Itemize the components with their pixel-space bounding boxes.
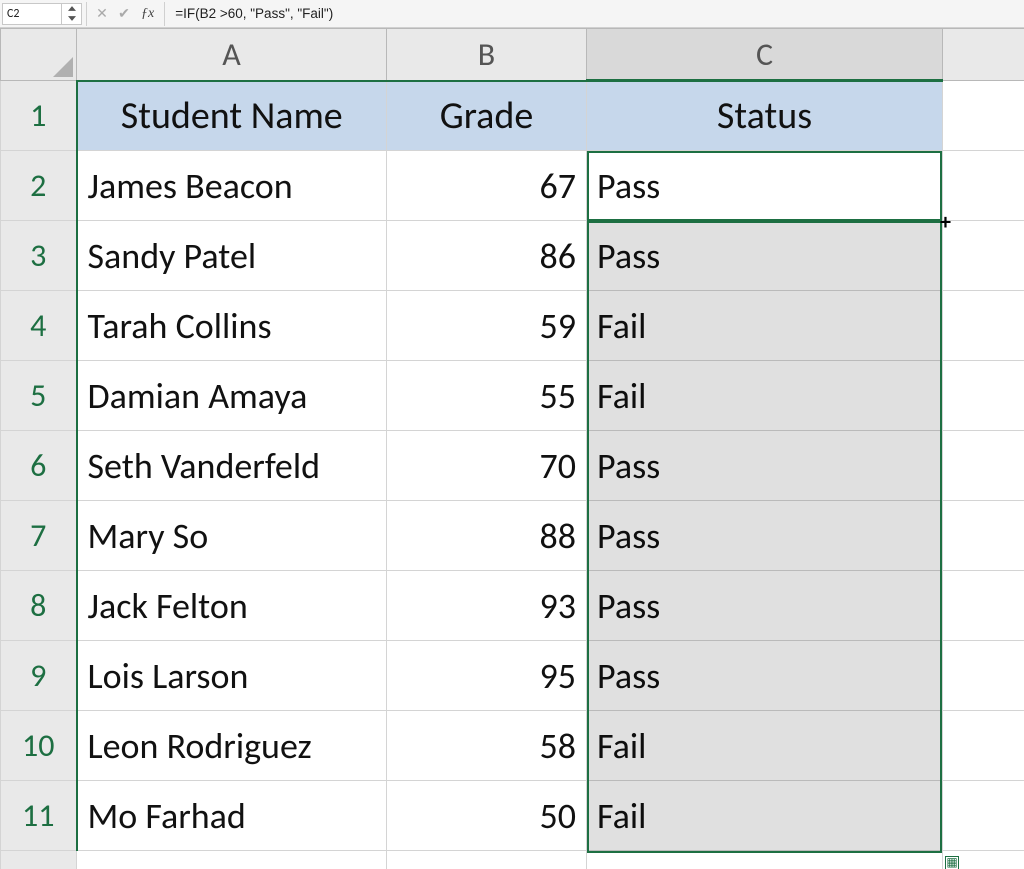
cell[interactable]: 67 [387, 151, 587, 221]
table-row: 3 Sandy Patel 86 Pass [1, 221, 1024, 291]
cell[interactable]: Student Name [77, 81, 387, 151]
formula-bar: C2 ✕ ✔ ƒx [0, 0, 1024, 28]
cell[interactable]: 88 [387, 501, 587, 571]
plus-icon: ▦ [946, 855, 957, 869]
cell[interactable]: Pass [587, 641, 943, 711]
cell[interactable] [943, 431, 1024, 501]
autofill-options-button[interactable]: ▦ [945, 856, 959, 869]
cancel-formula-button[interactable]: ✕ [91, 3, 113, 25]
spreadsheet-grid: A B C 1 Student Name Grade Status 2 Jame… [0, 28, 1024, 869]
row-header[interactable]: 10 [1, 711, 77, 781]
column-header-a[interactable]: A [77, 29, 387, 81]
cell[interactable]: Damian Amaya [77, 361, 387, 431]
row-header[interactable]: 4 [1, 291, 77, 361]
table-row: 4 Tarah Collins 59 Fail [1, 291, 1024, 361]
cell[interactable]: Tarah Collins [77, 291, 387, 361]
cell[interactable] [943, 571, 1024, 641]
cell[interactable]: James Beacon [77, 151, 387, 221]
cell[interactable] [943, 361, 1024, 431]
row-header[interactable]: 7 [1, 501, 77, 571]
row-header[interactable]: 1 [1, 81, 77, 151]
column-header-b[interactable]: B [387, 29, 587, 81]
spreadsheet-area[interactable]: A B C 1 Student Name Grade Status 2 Jame… [0, 28, 1024, 869]
cell[interactable] [943, 151, 1024, 221]
cell[interactable]: Fail [587, 781, 943, 851]
cell[interactable]: 58 [387, 711, 587, 781]
cell[interactable]: Grade [387, 81, 587, 151]
name-box[interactable]: C2 [2, 3, 62, 25]
cell[interactable]: 95 [387, 641, 587, 711]
cell[interactable]: Mo Farhad [77, 781, 387, 851]
select-all-corner[interactable] [1, 29, 77, 81]
cell[interactable]: Sandy Patel [77, 221, 387, 291]
cell[interactable]: Pass [587, 221, 943, 291]
table-row: 8 Jack Felton 93 Pass [1, 571, 1024, 641]
cell[interactable]: Pass [587, 431, 943, 501]
row-header[interactable]: 11 [1, 781, 77, 851]
cell[interactable] [943, 291, 1024, 361]
cell[interactable]: 86 [387, 221, 587, 291]
cell[interactable]: Lois Larson [77, 641, 387, 711]
cell[interactable] [943, 781, 1024, 851]
cell[interactable]: Seth Vanderfeld [77, 431, 387, 501]
cell[interactable]: Pass [587, 571, 943, 641]
check-icon: ✔ [118, 5, 130, 22]
cell[interactable]: 70 [387, 431, 587, 501]
cell[interactable]: Fail [587, 361, 943, 431]
formula-input[interactable] [169, 3, 1024, 25]
cell[interactable]: Mary So [77, 501, 387, 571]
cell[interactable] [387, 851, 587, 869]
cell[interactable] [943, 221, 1024, 291]
name-box-spinner[interactable] [62, 3, 82, 25]
cell[interactable]: Pass [587, 151, 943, 221]
row-header[interactable]: 2 [1, 151, 77, 221]
column-header-row: A B C [1, 29, 1024, 81]
accept-formula-button[interactable]: ✔ [113, 3, 135, 25]
chevron-down-icon[interactable] [62, 14, 81, 24]
divider [86, 2, 87, 26]
cell[interactable]: 55 [387, 361, 587, 431]
cell[interactable]: 93 [387, 571, 587, 641]
cell[interactable]: Jack Felton [77, 571, 387, 641]
cell[interactable] [943, 501, 1024, 571]
table-row: 1 Student Name Grade Status [1, 81, 1024, 151]
column-header-blank[interactable] [943, 29, 1024, 81]
table-row: 6 Seth Vanderfeld 70 Pass [1, 431, 1024, 501]
table-row: 10 Leon Rodriguez 58 Fail [1, 711, 1024, 781]
table-row: 9 Lois Larson 95 Pass [1, 641, 1024, 711]
table-row: 2 James Beacon 67 Pass [1, 151, 1024, 221]
x-icon: ✕ [96, 5, 108, 22]
table-row: 7 Mary So 88 Pass [1, 501, 1024, 571]
column-header-c[interactable]: C [587, 29, 943, 81]
row-header[interactable]: 5 [1, 361, 77, 431]
row-header[interactable]: 9 [1, 641, 77, 711]
cell[interactable]: Fail [587, 711, 943, 781]
cell[interactable]: Status [587, 81, 943, 151]
row-header[interactable]: 6 [1, 431, 77, 501]
cell[interactable]: 50 [387, 781, 587, 851]
cell[interactable]: Leon Rodriguez [77, 711, 387, 781]
cell[interactable] [943, 81, 1024, 151]
divider [164, 2, 165, 26]
row-header[interactable]: 12 [1, 851, 77, 869]
cell[interactable] [943, 711, 1024, 781]
cell[interactable]: Fail [587, 291, 943, 361]
cell[interactable] [77, 851, 387, 869]
cell[interactable] [587, 851, 943, 869]
chevron-up-icon[interactable] [62, 4, 81, 14]
cell[interactable]: Pass [587, 501, 943, 571]
cell[interactable] [943, 641, 1024, 711]
row-header[interactable]: 8 [1, 571, 77, 641]
row-header[interactable]: 3 [1, 221, 77, 291]
table-row: 11 Mo Farhad 50 Fail [1, 781, 1024, 851]
cell[interactable]: 59 [387, 291, 587, 361]
table-row: 5 Damian Amaya 55 Fail [1, 361, 1024, 431]
insert-function-button[interactable]: ƒx [135, 6, 160, 22]
table-row: 12 [1, 851, 1024, 869]
